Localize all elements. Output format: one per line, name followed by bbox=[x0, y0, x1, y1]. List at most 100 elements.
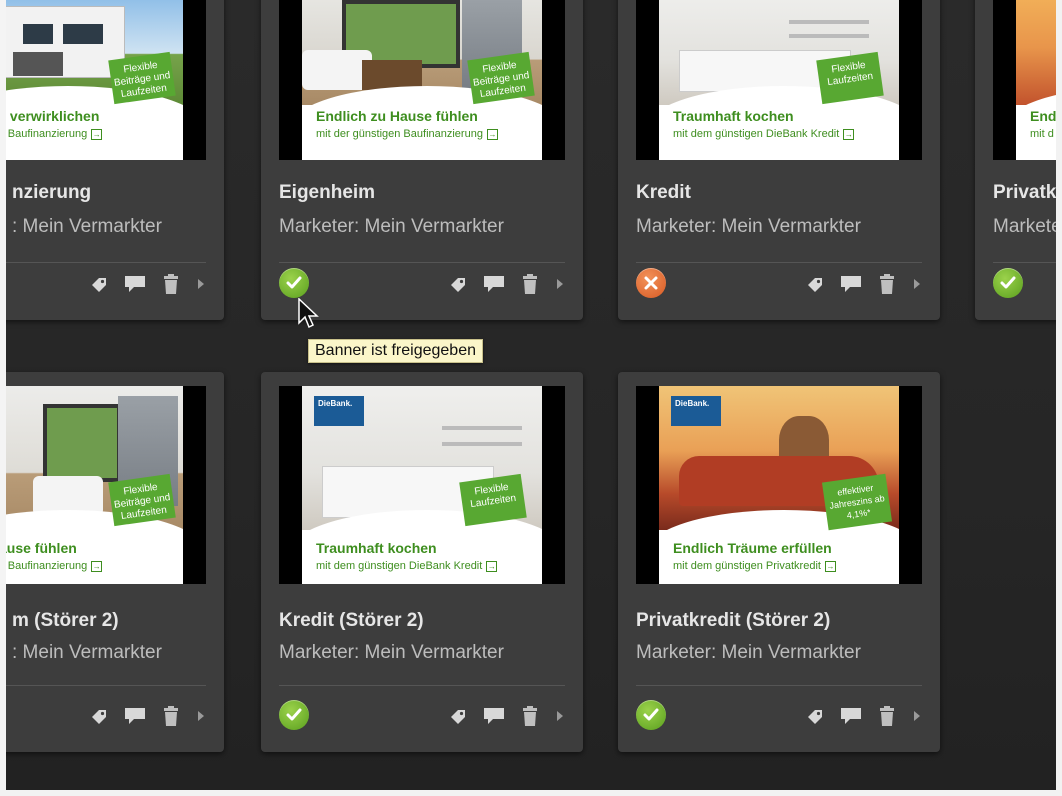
approved-status-button[interactable] bbox=[636, 700, 666, 730]
banner-title: Privatk bbox=[993, 182, 1057, 203]
banner-marketer: : Mein Vermarkter bbox=[12, 642, 162, 663]
ad-badge: effektiver Jahreszins ab 4,1%* bbox=[821, 473, 893, 531]
trash-icon[interactable] bbox=[521, 274, 539, 294]
banner-actions bbox=[993, 266, 1062, 300]
trash-icon[interactable] bbox=[878, 274, 896, 294]
ad-headline: enheim verwirklichen bbox=[0, 108, 100, 124]
screen: Flexible Beiträge und Laufzeiten enheim … bbox=[0, 0, 1062, 796]
divider bbox=[0, 685, 206, 686]
ad-headline: Traumhaft kochen bbox=[316, 540, 437, 556]
banner-actions bbox=[0, 266, 206, 300]
chevron-right-icon[interactable] bbox=[196, 278, 206, 290]
comment-icon[interactable] bbox=[840, 707, 862, 725]
trash-icon[interactable] bbox=[162, 274, 180, 294]
divider bbox=[279, 685, 565, 686]
banner-marketer: Marketer: Mein Vermarkter bbox=[279, 642, 504, 663]
banner-thumbnail[interactable]: DieBank. Flexible Laufzeiten Traumhaft k… bbox=[279, 386, 565, 584]
banner-thumbnail[interactable]: Endl mit d bbox=[993, 0, 1062, 160]
banner-ad: Flexible Beiträge und Laufzeiten enheim … bbox=[0, 0, 183, 160]
banner-thumbnail[interactable]: DieBank. effektiver Jahreszins ab 4,1%* … bbox=[636, 386, 922, 584]
tag-icon[interactable] bbox=[449, 708, 467, 724]
comment-icon[interactable] bbox=[483, 707, 505, 725]
banner-ad: Flexible Beiträge und Laufzeiten n zu Ha… bbox=[0, 386, 183, 584]
ad-subline: günstigen Baufinanzierung→ bbox=[0, 560, 103, 572]
check-icon bbox=[1000, 276, 1016, 289]
banner-actions bbox=[279, 266, 565, 300]
trash-icon[interactable] bbox=[162, 706, 180, 726]
banner-card[interactable]: Flexible Laufzeiten Traumhaft kochen mit… bbox=[618, 0, 940, 320]
chevron-right-icon[interactable] bbox=[912, 710, 922, 722]
diebank-logo: DieBank. bbox=[671, 396, 721, 426]
banner-ad: DieBank. Flexible Laufzeiten Traumhaft k… bbox=[302, 386, 542, 584]
tag-icon[interactable] bbox=[449, 276, 467, 292]
banner-actions bbox=[636, 266, 922, 300]
tag-icon[interactable] bbox=[90, 708, 108, 724]
tag-icon[interactable] bbox=[806, 708, 824, 724]
banner-thumbnail[interactable]: Flexible Beiträge und Laufzeiten n zu Ha… bbox=[0, 386, 206, 584]
ad-subline: mit dem günstigen Privatkredit → bbox=[673, 560, 836, 572]
banner-title: m (Störer 2) bbox=[12, 610, 119, 631]
approved-status-button[interactable] bbox=[279, 700, 309, 730]
banner-marketer: : Mein Vermarkter bbox=[12, 216, 162, 237]
banner-card[interactable]: Flexible Beiträge und Laufzeiten enheim … bbox=[0, 0, 224, 320]
banner-title: Kredit (Störer 2) bbox=[279, 610, 424, 631]
banner-card[interactable]: DieBank. Flexible Laufzeiten Traumhaft k… bbox=[261, 372, 583, 752]
action-tools bbox=[449, 706, 565, 726]
banner-title: nzierung bbox=[12, 182, 92, 203]
banner-grid: Flexible Beiträge und Laufzeiten enheim … bbox=[0, 0, 1062, 790]
banner-marketer: Marketer: Mein Vermarkter bbox=[636, 642, 861, 663]
banner-card[interactable]: Endl mit d Privatk Markete bbox=[975, 0, 1062, 320]
banner-marketer: Markete bbox=[993, 216, 1062, 237]
banner-actions bbox=[636, 698, 922, 732]
comment-icon[interactable] bbox=[124, 707, 146, 725]
banner-ad: Flexible Beiträge und Laufzeiten Endlich… bbox=[302, 0, 542, 160]
chevron-right-icon[interactable] bbox=[196, 710, 206, 722]
banner-ad: DieBank. effektiver Jahreszins ab 4,1%* … bbox=[659, 386, 899, 584]
comment-icon[interactable] bbox=[124, 275, 146, 293]
ad-headline: Endlich zu Hause fühlen bbox=[316, 108, 478, 124]
check-icon bbox=[286, 276, 302, 289]
comment-icon[interactable] bbox=[483, 275, 505, 293]
banner-card[interactable]: Flexible Beiträge und Laufzeiten Endlich… bbox=[261, 0, 583, 320]
banner-title: Kredit bbox=[636, 182, 691, 203]
chevron-right-icon[interactable] bbox=[912, 278, 922, 290]
action-tools bbox=[90, 274, 206, 294]
chevron-right-icon[interactable] bbox=[555, 710, 565, 722]
diebank-logo: DieBank. bbox=[314, 396, 364, 426]
banner-card[interactable]: Flexible Beiträge und Laufzeiten n zu Ha… bbox=[0, 372, 224, 752]
trash-icon[interactable] bbox=[521, 706, 539, 726]
divider bbox=[279, 262, 565, 263]
divider bbox=[636, 685, 922, 686]
action-tools bbox=[806, 274, 922, 294]
ad-headline: Traumhaft kochen bbox=[673, 108, 794, 124]
window-border-bottom bbox=[0, 790, 1062, 796]
action-tools bbox=[90, 706, 206, 726]
rejected-status-button[interactable] bbox=[636, 268, 666, 298]
ad-subline: mit d bbox=[1030, 128, 1054, 140]
tag-icon[interactable] bbox=[806, 276, 824, 292]
banner-marketer: Marketer: Mein Vermarkter bbox=[279, 216, 504, 237]
banner-actions bbox=[279, 698, 565, 732]
divider bbox=[636, 262, 922, 263]
divider bbox=[993, 262, 1062, 263]
chevron-right-icon[interactable] bbox=[555, 278, 565, 290]
ad-subline: mit dem günstigen DieBank Kredit → bbox=[673, 128, 855, 140]
trash-icon[interactable] bbox=[878, 706, 896, 726]
tag-icon[interactable] bbox=[90, 276, 108, 292]
banner-card[interactable]: DieBank. effektiver Jahreszins ab 4,1%* … bbox=[618, 372, 940, 752]
mouse-cursor-icon bbox=[298, 298, 319, 329]
banner-thumbnail[interactable]: Flexible Beiträge und Laufzeiten Endlich… bbox=[279, 0, 565, 160]
approved-status-button[interactable] bbox=[993, 268, 1023, 298]
banner-title: Eigenheim bbox=[279, 182, 376, 203]
banner-actions bbox=[0, 698, 206, 732]
comment-icon[interactable] bbox=[840, 275, 862, 293]
ad-badge: Flexible Laufzeiten bbox=[816, 51, 884, 105]
banner-thumbnail[interactable]: Flexible Laufzeiten Traumhaft kochen mit… bbox=[636, 0, 922, 160]
ad-badge: Flexible Beiträge und Laufzeiten bbox=[108, 51, 176, 105]
banner-thumbnail[interactable]: Flexible Beiträge und Laufzeiten enheim … bbox=[0, 0, 206, 160]
ad-subline: günstigen Baufinanzierung→ bbox=[0, 128, 103, 140]
window-border-left bbox=[0, 0, 6, 796]
approved-status-button[interactable] bbox=[279, 268, 309, 298]
ad-badge: Flexible Beiträge und Laufzeiten bbox=[108, 473, 176, 527]
action-tools bbox=[449, 274, 565, 294]
